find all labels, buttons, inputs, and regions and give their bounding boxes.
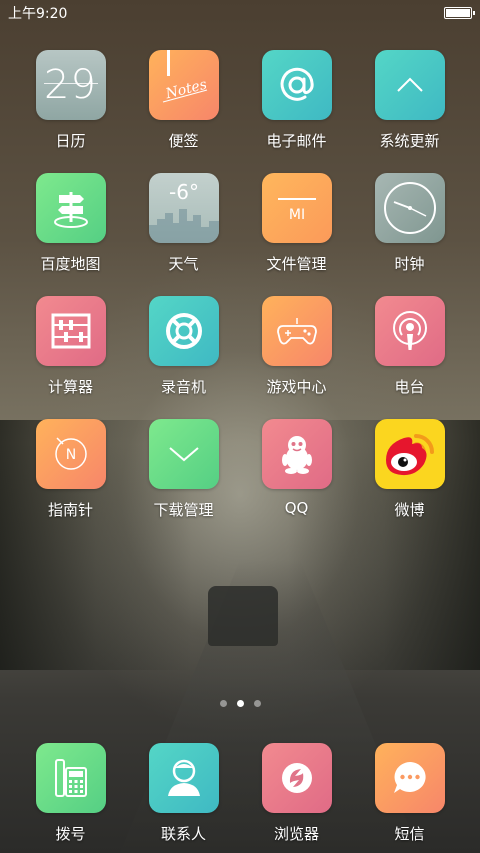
app-compass[interactable]: N 指南针: [14, 419, 127, 520]
app-label: 百度地图: [40, 255, 101, 273]
app-label: 日历: [55, 132, 86, 150]
file-manager-icon-text: MI: [288, 207, 304, 223]
calendar-day: 29: [44, 62, 97, 108]
notes-icon: Notes: [148, 50, 219, 120]
calendar-fold-line: [43, 83, 98, 84]
download-icon: [148, 419, 219, 489]
email-icon: [261, 50, 332, 120]
app-weibo[interactable]: 微博: [353, 419, 466, 520]
app-label: 录音机: [160, 378, 206, 396]
app-label: 联系人: [160, 825, 206, 843]
app-label: 下载管理: [153, 501, 214, 519]
dock-app-phone[interactable]: 拨号: [14, 743, 127, 844]
page-dot[interactable]: [219, 700, 227, 707]
file-manager-icon: MI: [261, 173, 332, 243]
weather-graphic: -6°: [148, 180, 219, 243]
app-system-update[interactable]: 系统更新: [353, 50, 466, 151]
podcast-graphic: [392, 311, 427, 350]
app-calendar[interactable]: 29 日历: [14, 50, 127, 151]
lifebuoy-graphic: [165, 313, 202, 349]
app-game-center[interactable]: 游戏中心: [240, 296, 353, 397]
app-label: 游戏中心: [266, 378, 327, 396]
app-label: 系统更新: [379, 132, 440, 150]
battery-level-fill: [446, 9, 470, 17]
app-label: 计算器: [47, 378, 93, 396]
calculator-icon: [35, 296, 106, 366]
status-bar: 上午9:20: [0, 0, 480, 26]
weibo-icon: [374, 419, 445, 489]
dock-app-browser[interactable]: 浏览器: [240, 743, 353, 844]
weibo-logo-graphic: [385, 434, 434, 476]
app-label: 文件管理: [266, 255, 327, 273]
wallpaper-car: [208, 586, 278, 646]
app-label: 天气: [168, 255, 199, 273]
app-download-manager[interactable]: 下载管理: [127, 419, 240, 520]
app-label: 电台: [394, 378, 425, 396]
qq-penguin-graphic: [281, 436, 312, 474]
dock: 拨号 联系人 浏览器 短信: [14, 743, 466, 844]
compass-graphic: N: [54, 437, 87, 470]
messages-icon: [374, 743, 445, 813]
gamepad-icon: [261, 296, 332, 366]
person-graphic: [167, 759, 200, 796]
app-baidu-map[interactable]: 百度地图: [14, 173, 127, 274]
app-label: 便签: [168, 132, 199, 150]
app-clock[interactable]: 时钟: [353, 173, 466, 274]
dock-app-messages[interactable]: 短信: [353, 743, 466, 844]
at-sign-graphic: [280, 67, 314, 101]
chat-bubble-graphic: [393, 762, 426, 793]
page-dot-active[interactable]: [236, 700, 244, 707]
weather-temperature: -6°: [169, 180, 199, 204]
update-icon: [374, 50, 445, 120]
browser-icon: [261, 743, 332, 813]
app-recorder[interactable]: 录音机: [127, 296, 240, 397]
chevron-down-icon: [168, 447, 199, 462]
app-notes[interactable]: Notes 便签: [127, 50, 240, 151]
abacus-graphic: [51, 313, 90, 349]
app-label: 微博: [394, 501, 425, 519]
status-time: 上午9:20: [8, 6, 68, 22]
app-label: 短信: [394, 825, 425, 843]
chevron-up-icon: [396, 77, 423, 92]
notes-icon-text: Notes: [163, 77, 208, 103]
app-file-manager[interactable]: MI 文件管理: [240, 173, 353, 274]
app-label: 拨号: [55, 825, 86, 843]
weather-icon: -6°: [148, 173, 219, 243]
contacts-icon: [148, 743, 219, 813]
radio-icon: [374, 296, 445, 366]
clock-face-graphic: [383, 182, 436, 234]
recorder-icon: [148, 296, 219, 366]
page-indicator[interactable]: [0, 700, 480, 707]
calendar-icon: 29: [35, 50, 106, 120]
app-weather[interactable]: -6° 天气: [127, 173, 240, 274]
app-label: 电子邮件: [266, 132, 327, 150]
app-radio[interactable]: 电台: [353, 296, 466, 397]
clock-icon: [374, 173, 445, 243]
qq-icon: [261, 419, 332, 489]
battery-icon: [444, 7, 475, 19]
app-grid: 29 日历 Notes 便签 电子邮件 系统更新 百度地图 -6° 天气 MI …: [14, 50, 466, 520]
dock-app-contacts[interactable]: 联系人: [127, 743, 240, 844]
app-label: QQ: [284, 499, 309, 517]
file-manager-graphic: MI: [277, 198, 316, 223]
phone-icon: [35, 743, 106, 813]
desk-phone-graphic: [54, 759, 87, 797]
app-label: 时钟: [394, 255, 425, 273]
browser-logo-graphic: [281, 763, 312, 793]
app-label: 浏览器: [273, 825, 319, 843]
compass-icon-text: N: [65, 447, 75, 463]
app-email[interactable]: 电子邮件: [240, 50, 353, 151]
gamepad-graphic: [276, 318, 317, 345]
app-calculator[interactable]: 计算器: [14, 296, 127, 397]
signpost-graphic: [53, 192, 88, 228]
app-label: 指南针: [47, 501, 93, 519]
notes-graphic: Notes: [162, 50, 208, 103]
page-dot[interactable]: [253, 700, 261, 707]
compass-icon: N: [35, 419, 106, 489]
app-qq[interactable]: QQ: [240, 419, 353, 520]
map-icon: [35, 173, 106, 243]
